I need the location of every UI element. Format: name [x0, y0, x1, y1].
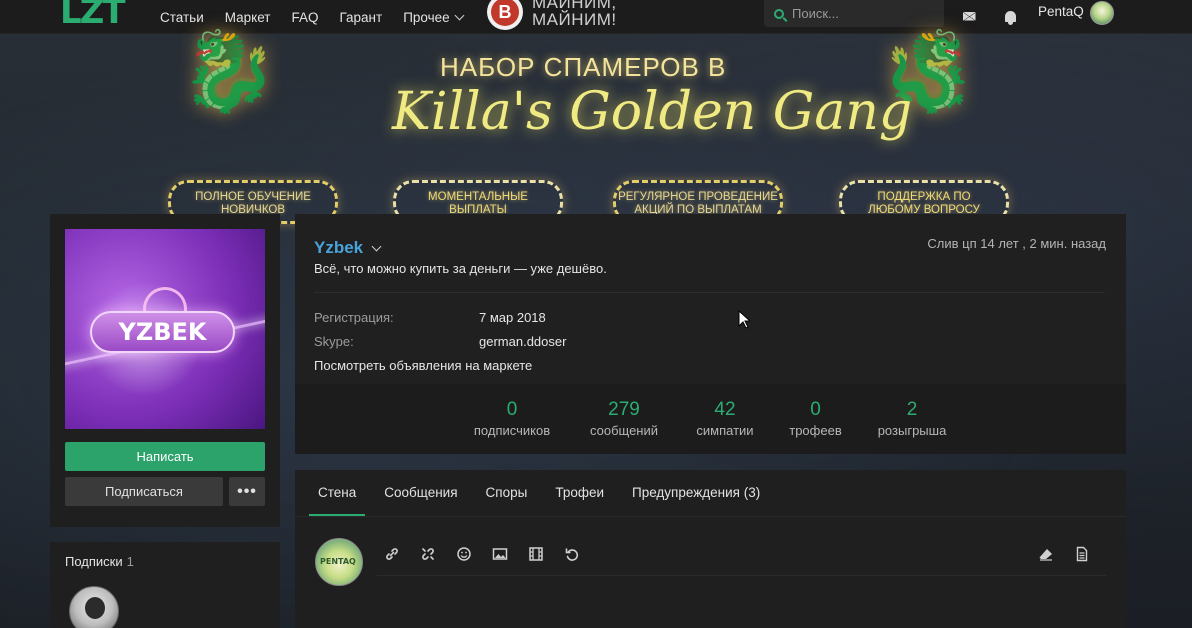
search-box[interactable] — [764, 0, 944, 27]
eraser-icon[interactable] — [1037, 546, 1055, 564]
stat-number: 279 — [608, 399, 640, 420]
banner-gang-name: Killa's Golden Gang — [392, 82, 913, 142]
profile-username[interactable]: Yzbek — [314, 238, 382, 258]
nav-item-other[interactable]: Прочее — [403, 9, 465, 25]
avatar-text: PENTAQ — [320, 557, 356, 566]
mining-promo-line: МАЙНИМ! — [532, 10, 617, 29]
nav-item-faq[interactable]: FAQ — [291, 10, 318, 25]
profile-status: Всё, что можно купить за деньги — уже де… — [314, 261, 607, 276]
subscriptions-label: Подписки — [65, 554, 123, 569]
avatar-figure — [85, 597, 105, 619]
nav-label: Маркет — [224, 9, 271, 25]
nav-label: FAQ — [291, 9, 319, 25]
chevron-down-icon — [454, 10, 465, 20]
stat-label: симпатии — [696, 423, 754, 438]
stat-messages[interactable]: 279 сообщений — [585, 399, 663, 438]
market-listings-link[interactable]: Посмотреть объявления на маркете — [314, 358, 532, 373]
tab-disputes[interactable]: Споры — [477, 470, 537, 516]
stat-label: розыгрыша — [877, 423, 947, 438]
envelope-icon — [962, 11, 976, 21]
nav-item-guarantor[interactable]: Гарант — [339, 10, 382, 25]
undo-icon[interactable] — [563, 546, 581, 564]
subscriptions-count: 1 — [126, 554, 134, 569]
profile-wall-card: Стена Сообщения Споры Трофеи Предупрежде… — [295, 470, 1126, 628]
profile-sidebar-card: YZBEK Написать Подписаться ••• — [50, 214, 280, 527]
banner-title: НАБОР СПАМЕРОВ В — [440, 52, 727, 82]
bell-icon — [1004, 10, 1016, 25]
tabs-divider — [295, 516, 1126, 517]
stat-trophies[interactable]: 0 трофеев — [787, 399, 844, 438]
subscription-avatar[interactable] — [69, 586, 119, 628]
tab-messages[interactable]: Сообщения — [375, 470, 466, 516]
account-username[interactable]: PentaQ — [1038, 0, 1084, 24]
video-icon[interactable] — [527, 546, 545, 564]
profile-info-card: Yzbek Всё, что можно купить за деньги — … — [295, 214, 1126, 454]
smiley-icon[interactable] — [455, 546, 473, 564]
pill-text: ПОДДЕРЖКА ПО — [877, 191, 971, 203]
last-seen: Слив цп 14 лет , 2 мин. назад — [927, 236, 1106, 251]
nav-item-market[interactable]: Маркет — [225, 10, 271, 25]
avatar-name-plate: YZBEK — [90, 311, 235, 353]
profile-avatar[interactable]: YZBEK — [65, 229, 265, 429]
mining-promo-text[interactable]: МАЙНИМ, МАЙНИМ! — [532, 0, 617, 28]
stat-label: трофеев — [789, 423, 842, 438]
stat-number: 0 — [810, 399, 821, 420]
link-icon[interactable] — [383, 546, 401, 564]
follow-button[interactable]: Подписаться — [65, 477, 223, 506]
notifications-button[interactable] — [1000, 6, 1020, 26]
nav-label: Статьи — [160, 9, 204, 25]
chevron-down-icon — [371, 241, 382, 251]
mining-promo-badge[interactable]: B — [487, 0, 523, 30]
divider — [314, 292, 1105, 293]
profile-tabs: Стена Сообщения Споры Трофеи Предупрежде… — [309, 470, 779, 516]
stat-likes[interactable]: 42 симпатии — [692, 399, 758, 438]
profile-info-header: Yzbek Всё, что можно купить за деньги — … — [295, 214, 1126, 384]
top-navigation-bar: LZT Статьи Маркет FAQ Гарант Прочее B МА… — [0, 0, 1192, 34]
stat-number: 2 — [906, 399, 918, 420]
account-avatar[interactable] — [1090, 1, 1114, 25]
tab-trophies[interactable]: Трофеи — [546, 470, 613, 516]
tab-wall[interactable]: Стена — [309, 470, 366, 516]
search-input[interactable] — [792, 6, 932, 21]
document-icon[interactable] — [1073, 546, 1091, 564]
current-user-avatar[interactable]: PENTAQ — [315, 538, 363, 586]
username-text: Yzbek — [314, 238, 364, 257]
skype-label: Skype: — [314, 334, 354, 349]
subscriptions-card: Подписки 1 — [50, 542, 280, 628]
nav-item-articles[interactable]: Статьи — [160, 10, 204, 25]
unlink-icon[interactable] — [419, 546, 437, 564]
subscriptions-title[interactable]: Подписки 1 — [65, 554, 134, 569]
pill-text: РЕГУЛЯРНОЕ ПРОВЕДЕНИЕ — [618, 191, 778, 203]
site-logo[interactable]: LZT — [60, 0, 126, 32]
pill-text: МОМЕНТАЛЬНЫЕ — [428, 191, 528, 203]
stat-followers[interactable]: 0 подписчиков — [470, 399, 554, 438]
profile-stats: 0 подписчиков 279 сообщений 42 симпатии … — [295, 385, 1126, 454]
bitcoin-icon: B — [491, 0, 519, 26]
image-icon[interactable] — [491, 546, 509, 564]
stat-label: сообщений — [589, 423, 659, 438]
write-message-button[interactable]: Написать — [65, 442, 265, 471]
messages-button[interactable] — [959, 6, 979, 26]
dragon-left-icon: 🐉 — [180, 27, 278, 115]
promo-banner[interactable]: 🐉 🐉 НАБОР СПАМЕРОВ В Killa's Golden Gang… — [160, 27, 1030, 224]
wall-post-editor[interactable] — [377, 538, 1106, 576]
more-options-button[interactable]: ••• — [229, 477, 265, 506]
tab-warnings[interactable]: Предупреждения (3) — [623, 470, 769, 516]
registration-value: 7 мар 2018 — [479, 310, 546, 325]
search-icon — [774, 8, 784, 19]
stat-number: 42 — [714, 399, 736, 420]
registration-label: Регистрация: — [314, 310, 394, 325]
nav-label: Прочее — [403, 9, 450, 25]
pill-text: ПОЛНОЕ ОБУЧЕНИЕ — [195, 191, 311, 203]
stat-giveaways[interactable]: 2 розыгрыша — [874, 399, 950, 438]
stat-number: 0 — [506, 399, 518, 420]
skype-value[interactable]: german.ddoser — [479, 334, 566, 349]
nav-label: Гарант — [339, 9, 383, 25]
stat-label: подписчиков — [473, 423, 551, 438]
